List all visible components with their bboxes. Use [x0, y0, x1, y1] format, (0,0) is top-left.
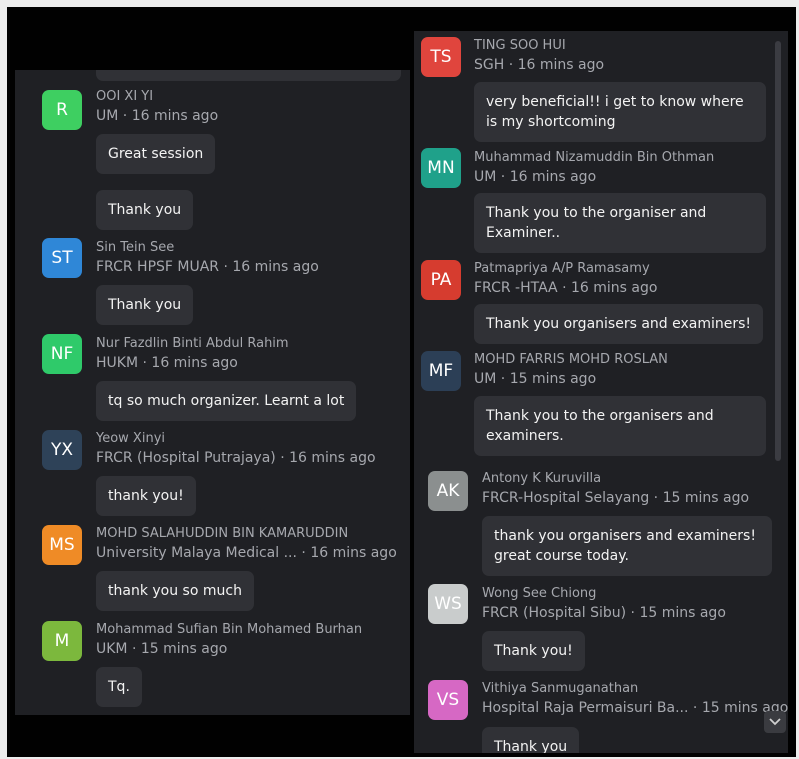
sender-org: FRCR -HTAA: [474, 280, 558, 296]
sender-name: Yeow Xinyi: [96, 431, 165, 446]
chat-panel-left[interactable]: R OOI XI YI UM · 16 mins ago Great sessi…: [15, 70, 410, 715]
sender-name: Patmapriya A/P Ramasamy: [474, 261, 650, 276]
message-bubble: Tq.: [96, 667, 142, 707]
sender-meta: FRCR (Hospital Sibu) · 15 mins ago: [482, 605, 726, 621]
message-bubble-clipped: [96, 70, 401, 81]
avatar[interactable]: MS: [42, 525, 82, 565]
sender-name: TING SOO HUI: [474, 38, 566, 53]
sender-meta: FRCR (Hospital Putrajaya) · 16 mins ago: [96, 450, 376, 466]
message-time: 16 mins ago: [151, 355, 238, 371]
message-bubble: Great session: [96, 134, 216, 174]
sender-name: Antony K Kuruvilla: [482, 471, 602, 486]
chevron-down-icon: [769, 718, 781, 726]
sender-org: University Malaya Medical ...: [96, 545, 297, 561]
sender-name: Nur Fazdlin Binti Abdul Rahim: [96, 336, 289, 351]
sender-meta: SGH · 16 mins ago: [474, 57, 605, 73]
sender-name: Muhammad Nizamuddin Bin Othman: [474, 150, 715, 165]
sender-org: SGH: [474, 57, 505, 73]
sender-meta: UM · 16 mins ago: [96, 108, 219, 124]
sender-org: FRCR HPSF MUAR: [96, 259, 220, 275]
sender-org: FRCR-Hospital Selayang: [482, 490, 650, 506]
sender-org: FRCR (Hospital Sibu): [482, 605, 627, 621]
sender-org: Hospital Raja Permaisuri Ba...: [482, 700, 689, 716]
avatar[interactable]: ST: [42, 238, 82, 278]
sender-org: UKM: [96, 641, 128, 657]
avatar[interactable]: PA: [421, 260, 461, 300]
message-bubble: Thank you to the organisers and examiner…: [474, 396, 766, 456]
sender-name: MOHD SALAHUDDIN BIN KAMARUDDIN: [96, 526, 349, 541]
message-time: 15 mins ago: [662, 490, 750, 506]
message-time: 16 mins ago: [310, 545, 397, 561]
message-time: 16 mins ago: [509, 169, 597, 185]
avatar[interactable]: R: [42, 90, 82, 130]
message-bubble: very beneficial!! i get to know where is…: [474, 82, 766, 142]
message-bubble: thank you!: [96, 476, 196, 516]
sender-name: Wong See Chiong: [482, 586, 597, 601]
sender-meta: UKM · 15 mins ago: [96, 641, 228, 657]
scroll-to-bottom-button[interactable]: [764, 711, 786, 733]
sender-name: Sin Tein See: [96, 240, 175, 255]
message-time: 15 mins ago: [639, 605, 726, 621]
message-time: 16 mins ago: [517, 57, 605, 73]
chat-panel-right[interactable]: TS TING SOO HUI SGH · 16 mins ago very b…: [414, 31, 788, 753]
sender-name: Vithiya Sanmuganathan: [482, 681, 639, 696]
message-bubble: thank you organisers and examiners! grea…: [482, 516, 772, 576]
sender-meta: University Malaya Medical ... · 16 mins …: [96, 545, 397, 561]
message-time: 16 mins ago: [232, 259, 319, 275]
sender-meta: UM · 15 mins ago: [474, 371, 597, 387]
avatar[interactable]: TS: [421, 37, 461, 77]
avatar[interactable]: YX: [42, 430, 82, 470]
sender-org: UM: [474, 371, 497, 387]
message-bubble: Thank you!: [482, 631, 585, 671]
sender-meta: FRCR -HTAA · 16 mins ago: [474, 280, 658, 296]
sender-org: UM: [474, 169, 497, 185]
sender-org: FRCR (Hospital Putrajaya): [96, 450, 276, 466]
message-time: 15 mins ago: [509, 371, 597, 387]
sender-meta: UM · 16 mins ago: [474, 169, 597, 185]
message-bubble: Thank you: [482, 727, 580, 753]
avatar[interactable]: MF: [421, 351, 461, 391]
sender-name: Mohammad Sufian Bin Mohamed Burhan: [96, 622, 363, 637]
sender-org: HUKM: [96, 355, 139, 371]
message-bubble: Thank you to the organiser and Examiner.…: [474, 193, 766, 253]
sender-meta: FRCR HPSF MUAR · 16 mins ago: [96, 259, 319, 275]
message-bubble: Thank you organisers and examiners!: [474, 304, 764, 344]
message-bubble: thank you so much: [96, 571, 254, 611]
scrollbar-thumb[interactable]: [775, 41, 781, 461]
message-time: 16 mins ago: [570, 280, 658, 296]
sender-meta: FRCR-Hospital Selayang · 15 mins ago: [482, 490, 750, 506]
avatar[interactable]: AK: [428, 471, 468, 511]
sender-name: OOI XI YI: [96, 89, 154, 104]
message-time: 15 mins ago: [140, 641, 228, 657]
sender-meta: Hospital Raja Permaisuri Ba... · 15 mins…: [482, 700, 788, 716]
avatar[interactable]: NF: [42, 334, 82, 374]
message-bubble: tq so much organizer. Learnt a lot: [96, 381, 357, 421]
message-time: 16 mins ago: [131, 108, 219, 124]
avatar[interactable]: VS: [428, 680, 468, 720]
sender-org: UM: [96, 108, 119, 124]
avatar[interactable]: MN: [421, 148, 461, 188]
sender-name: MOHD FARRIS MOHD ROSLAN: [474, 352, 668, 367]
avatar[interactable]: WS: [428, 584, 468, 624]
message-bubble: Thank you: [96, 285, 194, 325]
sender-meta: HUKM · 16 mins ago: [96, 355, 238, 371]
message-time: 16 mins ago: [289, 450, 376, 466]
message-bubble: Thank you: [96, 190, 194, 230]
avatar[interactable]: M: [42, 621, 82, 661]
